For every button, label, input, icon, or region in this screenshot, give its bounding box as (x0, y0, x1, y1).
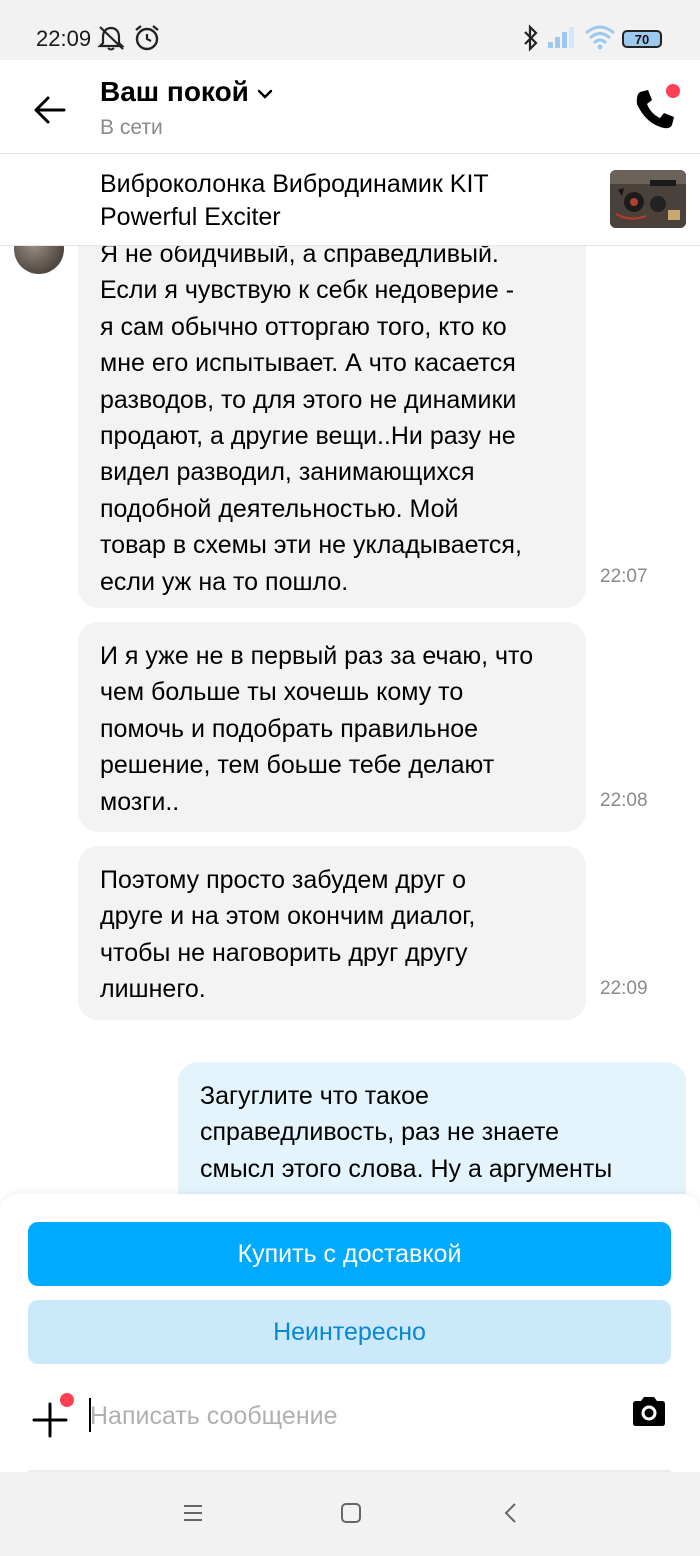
product-image (610, 170, 686, 228)
call-notification-dot (666, 84, 680, 98)
alarm-icon (135, 25, 159, 51)
wifi-icon (585, 25, 615, 50)
product-title: Виброколонка Вибродинамик KIT Powerful E… (100, 170, 489, 231)
message-input[interactable] (90, 1396, 610, 1436)
message-time: 22:07 (600, 566, 648, 587)
battery-icon: 70 (622, 30, 662, 48)
camera-icon[interactable] (630, 1392, 668, 1430)
online-status: В сети (100, 116, 163, 139)
status-time: 22:09 (36, 26, 92, 51)
product-thumbnail[interactable] (610, 170, 686, 228)
home-square-icon[interactable] (340, 1502, 362, 1524)
message-list[interactable]: Я не обидчивый, а справедливый. Если я ч… (0, 246, 700, 1194)
back-chevron-icon[interactable] (500, 1502, 522, 1524)
message-text: Загуглите что такое справедливость, раз … (200, 1082, 613, 1183)
message-time: 22:08 (600, 790, 648, 811)
contact-name-row[interactable]: Ваш покой (100, 76, 273, 108)
message-time: 22:09 (600, 978, 648, 999)
product-banner[interactable]: Виброколонка Вибродинамик KIT Powerful E… (0, 154, 700, 246)
message-bubble[interactable]: И я уже не в первый раз за ечаю, что чем… (78, 622, 586, 832)
message-bubble[interactable]: Я не обидчивый, а справедливый. Если я ч… (78, 246, 586, 608)
message-bubble-outgoing[interactable]: Загуглите что такое справедливость, раз … (178, 1062, 686, 1194)
attach-notification-dot (60, 1393, 74, 1407)
menu-icon[interactable] (182, 1502, 204, 1524)
muted-bell-icon (97, 26, 125, 51)
message-bubble[interactable]: Поэтому просто забудем друг о друге и на… (78, 846, 586, 1020)
signal-icon (548, 27, 574, 48)
avatar[interactable] (14, 246, 64, 274)
bottom-panel: Купить с доставкой Неинтересно (0, 1194, 700, 1472)
message-text: Я не обидчивый, а справедливый. Если я ч… (100, 246, 522, 596)
chat-header: Ваш покой В сети (0, 60, 700, 154)
system-nav-bar (0, 1472, 700, 1556)
buy-with-delivery-button[interactable]: Купить с доставкой (28, 1222, 671, 1286)
bluetooth-icon (524, 24, 538, 52)
not-interested-button[interactable]: Неинтересно (28, 1300, 671, 1364)
status-bar: 22:09 70 (0, 0, 700, 60)
message-text: Поэтому просто забудем друг о друге и на… (100, 866, 476, 1004)
battery-level: 70 (634, 31, 650, 47)
back-arrow-icon[interactable] (30, 90, 70, 130)
contact-name: Ваш покой (100, 76, 249, 107)
chevron-down-icon (257, 89, 273, 99)
message-text: И я уже не в первый раз за ечаю, что чем… (100, 642, 534, 816)
